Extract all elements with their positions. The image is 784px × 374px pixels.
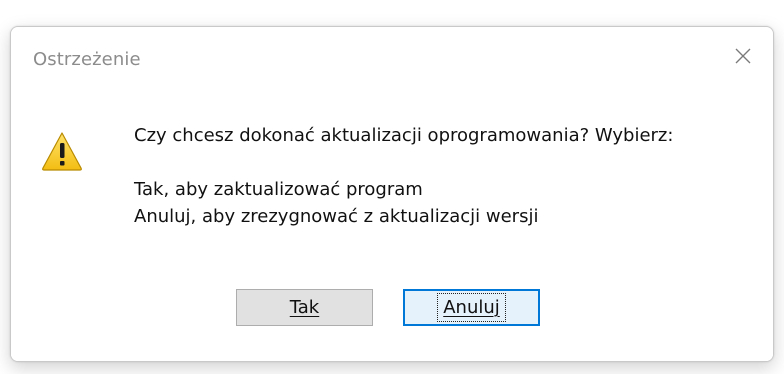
warning-icon <box>42 132 82 171</box>
message-option-yes: Tak, aby zaktualizować program <box>134 179 423 200</box>
close-button[interactable] <box>713 27 773 85</box>
title-bar[interactable]: Ostrzeżenie <box>11 27 773 96</box>
dialog-title: Ostrzeżenie <box>33 49 141 70</box>
cancel-button[interactable]: Anuluj <box>403 289 540 326</box>
message-question: Czy chcesz dokonać aktualizacji oprogram… <box>134 125 674 146</box>
message-option-cancel: Anuluj, aby zrezygnować z aktualizacji w… <box>134 206 539 227</box>
dialog-body: Czy chcesz dokonać aktualizacji oprogram… <box>11 95 773 361</box>
button-row: Tak Anuluj <box>11 263 773 361</box>
dialog-message: Czy chcesz dokonać aktualizacji oprogram… <box>134 122 673 230</box>
yes-button[interactable]: Tak <box>236 289 373 326</box>
warning-dialog: Ostrzeżenie Czy chcesz dokonać aktualiza… <box>10 26 774 362</box>
yes-button-label: Tak <box>289 297 320 318</box>
cancel-button-label: Anuluj <box>437 293 506 322</box>
close-icon <box>735 48 751 64</box>
